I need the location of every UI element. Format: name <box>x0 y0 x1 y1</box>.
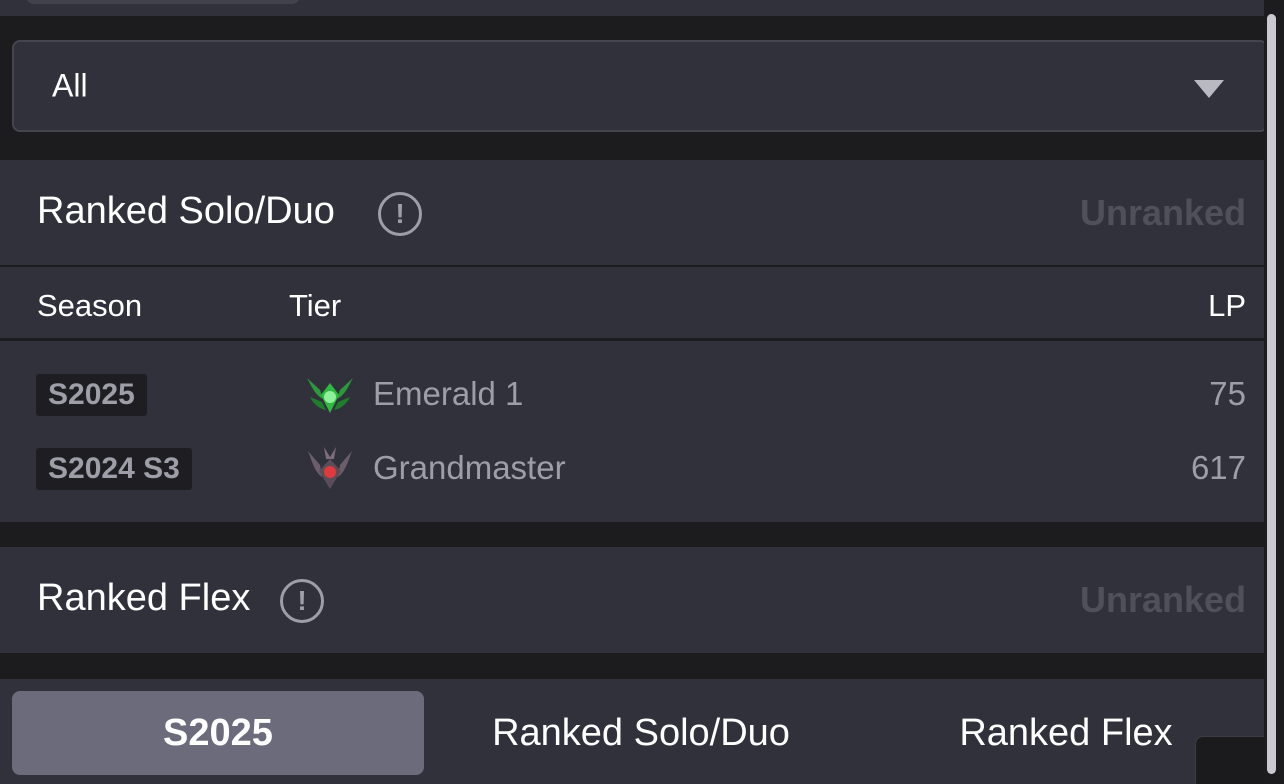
queue-filter-select[interactable]: All <box>12 40 1268 132</box>
ranked-solo-status: Unranked <box>1079 192 1246 233</box>
match-history-page: All Ranked Solo/Duo ! Unranked Season Ti… <box>0 0 1284 784</box>
table-row: S2025 Emerald 1 75 <box>0 365 1264 425</box>
top-pill-control[interactable] <box>26 0 300 4</box>
column-header-lp: LP <box>1208 288 1246 323</box>
chevron-down-icon <box>1194 80 1224 98</box>
ranked-solo-title: Ranked Solo/Duo <box>37 190 335 232</box>
queue-filter-value: All <box>52 67 88 104</box>
tier-name: Grandmaster <box>373 449 566 486</box>
season-badge: S2024 S3 <box>36 448 192 490</box>
ranked-solo-section: Ranked Solo/Duo ! Unranked Season Tier L… <box>0 160 1264 522</box>
tab-ranked-solo-duo[interactable]: Ranked Solo/Duo <box>430 691 852 775</box>
column-header-tier: Tier <box>289 288 342 323</box>
season-table-header: Season Tier LP <box>0 265 1264 341</box>
season-tab-bar: S2025 Ranked Solo/Duo Ranked Flex <box>0 679 1264 784</box>
top-bar <box>0 0 1264 16</box>
column-header-season: Season <box>37 288 143 323</box>
ranked-flex-header: Ranked Flex ! Unranked <box>0 547 1264 653</box>
queue-filter-panel: All <box>0 40 1268 136</box>
ranked-solo-header: Ranked Solo/Duo ! Unranked <box>0 160 1264 266</box>
table-row: S2024 S3 Grandmaster 617 <box>0 439 1264 499</box>
tier-name: Emerald 1 <box>373 375 524 412</box>
emerald-emblem-icon <box>307 378 353 413</box>
info-icon[interactable]: ! <box>378 192 422 236</box>
season-badge: S2025 <box>36 374 147 416</box>
scrollbar-thumb[interactable] <box>1267 14 1276 774</box>
grandmaster-emblem-icon <box>308 447 352 489</box>
info-icon[interactable]: ! <box>280 579 324 623</box>
ranked-flex-status: Unranked <box>1079 579 1246 620</box>
tab-s2025[interactable]: S2025 <box>12 691 424 775</box>
lp-value: 617 <box>1190 449 1246 486</box>
ranked-flex-title: Ranked Flex <box>37 577 251 619</box>
lp-value: 75 <box>1209 375 1246 412</box>
ranked-flex-section: Ranked Flex ! Unranked <box>0 547 1264 653</box>
